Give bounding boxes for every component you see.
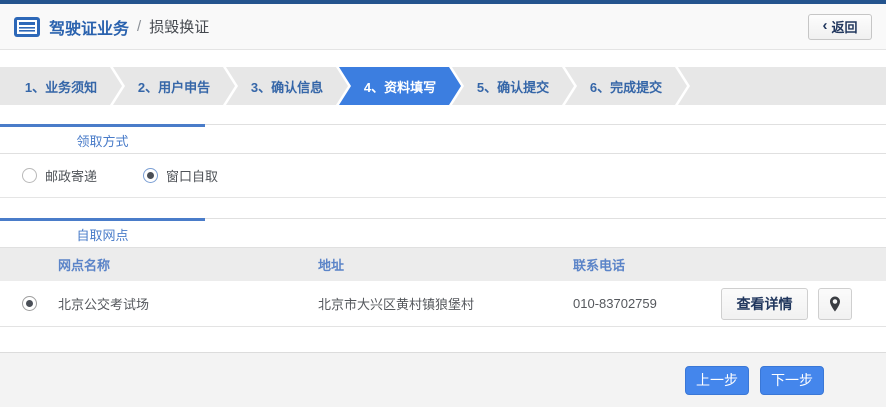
- page: 驾驶证业务 / 损毁换证 ‹ 返回 1、业务须知 2、用户申告 3、确认信息 4…: [0, 0, 886, 407]
- column-header-phone: 联系电话: [573, 258, 626, 273]
- row-point-phone: 010-83702759: [573, 296, 657, 311]
- row-actions: 查看详情: [713, 287, 886, 320]
- radio-label-postal: 邮政寄递: [45, 169, 98, 184]
- breadcrumb-current: 损毁换证: [149, 19, 210, 36]
- step-1-business-notice[interactable]: 1、业务须知: [0, 67, 122, 105]
- step-4-fill-data-active[interactable]: 4、资料填写: [339, 67, 461, 105]
- back-button[interactable]: ‹ 返回: [808, 13, 872, 40]
- radio-option-window-pickup[interactable]: 窗口自取: [143, 166, 218, 185]
- step-5-confirm-submit[interactable]: 5、确认提交: [452, 67, 574, 105]
- pickup-points-section: 自取网点 网点名称 地址 联系电话 北京公交考试场 北京市大兴区黄村镇狼堡村 0…: [0, 218, 886, 327]
- pickup-points-title: 自取网点: [0, 218, 205, 247]
- column-header-name: 网点名称: [58, 258, 111, 273]
- map-pin-icon: [830, 296, 840, 311]
- page-header: 驾驶证业务 / 损毁换证 ‹ 返回: [0, 4, 886, 50]
- row-radio-cell: [0, 296, 58, 311]
- step-2-user-declaration[interactable]: 2、用户申告: [113, 67, 235, 105]
- pickup-method-header-rule: [205, 124, 886, 153]
- map-location-button[interactable]: [818, 287, 852, 320]
- pickup-method-header: 领取方式: [0, 124, 886, 154]
- footer-bar: 上一步 下一步: [0, 352, 886, 407]
- table-header-row: 网点名称 地址 联系电话: [0, 248, 886, 281]
- pickup-method-section: 领取方式 邮政寄递 窗口自取: [0, 124, 886, 198]
- back-chevron-icon: ‹: [822, 17, 828, 34]
- row-point-address: 北京市大兴区黄村镇狼堡村: [318, 297, 475, 312]
- pickup-points-header: 自取网点: [0, 218, 886, 248]
- breadcrumb-separator: /: [137, 18, 142, 35]
- radio-label-window: 窗口自取: [166, 169, 219, 184]
- radio-selected-icon[interactable]: [143, 168, 159, 183]
- view-details-button[interactable]: 查看详情: [721, 287, 808, 320]
- radio-unselected-icon[interactable]: [22, 168, 37, 183]
- license-service-icon: [14, 16, 40, 37]
- pickup-points-header-rule: [205, 218, 886, 247]
- table-row: 北京公交考试场 北京市大兴区黄村镇狼堡村 010-83702759 查看详情: [0, 281, 886, 327]
- previous-step-button[interactable]: 上一步: [685, 365, 749, 395]
- back-button-label: 返回: [831, 20, 858, 35]
- row-radio-selected-icon[interactable]: [22, 296, 37, 311]
- row-point-name: 北京公交考试场: [58, 297, 150, 312]
- pickup-method-title: 领取方式: [0, 124, 205, 153]
- next-step-button[interactable]: 下一步: [760, 365, 824, 395]
- pickup-method-options: 邮政寄递 窗口自取: [0, 154, 886, 198]
- radio-option-postal-delivery[interactable]: 邮政寄递: [22, 166, 97, 185]
- step-6-complete-submit[interactable]: 6、完成提交: [565, 67, 687, 105]
- step-bar-filler: [678, 67, 886, 105]
- step-wizard: 1、业务须知 2、用户申告 3、确认信息 4、资料填写 5、确认提交 6、完成提…: [0, 67, 886, 105]
- step-3-confirm-info[interactable]: 3、确认信息: [226, 67, 348, 105]
- page-title: 驾驶证业务: [49, 20, 130, 38]
- column-header-address: 地址: [318, 258, 345, 273]
